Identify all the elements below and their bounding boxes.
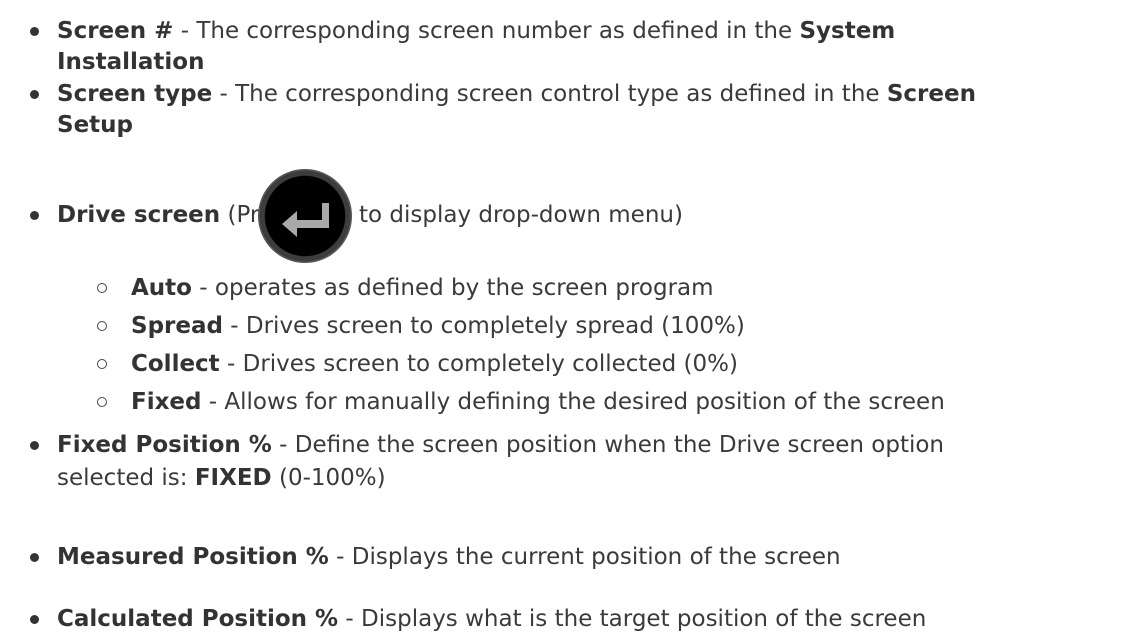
- bullet: [30, 211, 39, 220]
- option-fixed: Fixed - Allows for manually defining the…: [131, 389, 945, 415]
- term-screen-type: Screen type: [57, 81, 213, 107]
- reference-system: System: [799, 18, 896, 44]
- option-auto: Auto - operates as defined by the screen…: [131, 275, 714, 301]
- description: Define the screen position when the Driv…: [294, 432, 944, 458]
- value-fixed: FIXED: [194, 465, 272, 491]
- reference-setup: Setup: [57, 112, 133, 138]
- description: The corresponding screen number as defin…: [196, 18, 800, 44]
- bullet: [30, 90, 39, 99]
- term-drive-screen: Drive screen: [57, 202, 221, 228]
- description: Displays what is the target position of …: [361, 606, 927, 632]
- sub-bullet: [97, 283, 107, 293]
- description: The corresponding screen control type as…: [235, 81, 887, 107]
- bullet: [30, 441, 39, 450]
- reference-installation: Installation: [57, 49, 205, 75]
- description: Displays the current position of the scr…: [351, 544, 841, 570]
- enter-key-icon: [258, 169, 352, 263]
- sub-bullet: [97, 321, 107, 331]
- term-screen-number: Screen #: [57, 18, 174, 44]
- term-fixed-position: Fixed Position %: [57, 432, 272, 458]
- option-spread: Spread - Drives screen to completely spr…: [131, 313, 745, 339]
- reference-screen: Screen: [886, 81, 976, 107]
- bullet: [30, 615, 39, 624]
- option-collect: Collect - Drives screen to completely co…: [131, 351, 738, 377]
- term-measured-position: Measured Position %: [57, 544, 329, 570]
- sub-bullet: [97, 397, 107, 407]
- bullet: [30, 27, 39, 36]
- sub-bullet: [97, 359, 107, 369]
- term-calculated-position: Calculated Position %: [57, 606, 339, 632]
- bullet: [30, 553, 39, 562]
